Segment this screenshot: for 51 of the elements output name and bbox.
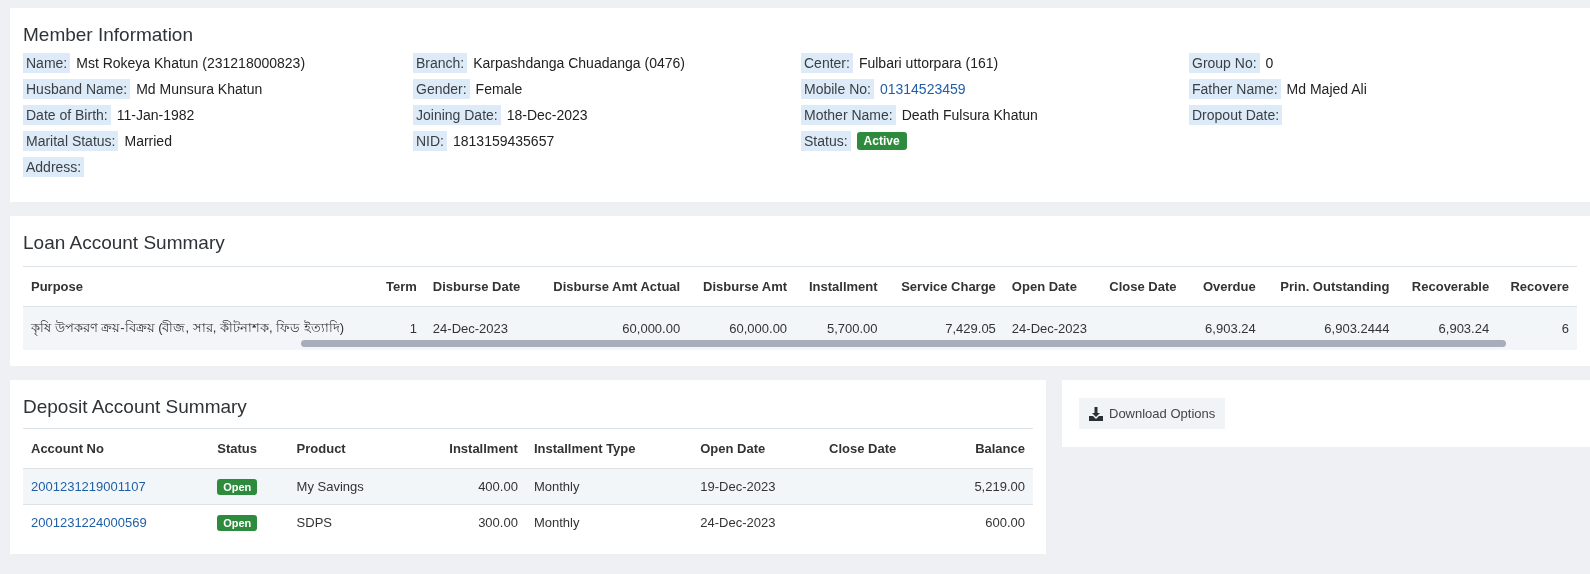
- field-label: Group No:: [1189, 53, 1260, 73]
- field-label: NID:: [413, 131, 447, 151]
- field-value: Md Majed Ali: [1286, 81, 1367, 97]
- table-cell: 6: [1497, 306, 1577, 350]
- status-badge: Open: [217, 479, 258, 495]
- field-label: Address:: [23, 157, 85, 177]
- field-label: Gender:: [413, 79, 470, 99]
- status-badge: Open: [217, 515, 258, 531]
- horizontal-scrollbar[interactable]: [301, 340, 1506, 347]
- field-label: Mobile No:: [801, 79, 874, 99]
- field-value: Md Munsura Khatun: [136, 81, 263, 97]
- account-link[interactable]: 2001231224000569: [31, 515, 147, 530]
- field-label: Husband Name:: [23, 79, 131, 99]
- field-value: Mst Rokeya Khatun (231218000823): [76, 55, 306, 71]
- table-cell: 19-Dec-2023: [700, 479, 776, 494]
- table-cell: কৃষি উপকরণ ক্রয়-বিক্রয় (বীজ, সার, কীটনাশক, ফিড ইত্যাদি): [23, 306, 375, 350]
- table-cell: Monthly: [533, 515, 580, 530]
- field-value: Death Fulsura Khatun: [901, 107, 1038, 123]
- section-title: Loan Account Summary: [23, 232, 226, 254]
- status-badge: Active: [856, 132, 907, 150]
- field-value: Karpashdanga Chuadanga (0476): [473, 55, 685, 71]
- field-label: Name:: [23, 53, 71, 73]
- field-label: Father Name:: [1189, 79, 1281, 99]
- field-label: Branch:: [413, 53, 468, 73]
- field-label: Dropout Date:: [1189, 105, 1283, 125]
- field-label: Mother Name:: [801, 105, 896, 125]
- field-label: Center:: [801, 53, 853, 73]
- field-value: Female: [475, 81, 523, 97]
- field-value: 18-Dec-2023: [506, 107, 588, 123]
- field-value: 0: [1265, 55, 1274, 71]
- field-label: Joining Date:: [413, 105, 501, 125]
- table-cell: My Savings: [296, 479, 364, 494]
- table-cell: 24-Dec-2023: [700, 515, 776, 530]
- download-icon: [1089, 406, 1103, 421]
- table-cell: 400.00: [478, 479, 518, 494]
- field-label: Status:: [801, 131, 851, 151]
- section-title: Member Information: [23, 24, 194, 46]
- field-value: Fulbari uttorpara (161): [858, 55, 999, 71]
- table-cell: Monthly: [533, 479, 580, 494]
- phone-link[interactable]: 01314523459: [879, 81, 966, 97]
- table-cell: 5,219.00: [974, 479, 1025, 494]
- field-label: Date of Birth:: [23, 105, 111, 125]
- field-value: 11-Jan-1982: [116, 107, 195, 123]
- field-value: 1813159435657: [453, 133, 555, 149]
- table-cell: SDPS: [296, 515, 332, 530]
- table-cell: 600.00: [985, 515, 1025, 530]
- section-title: Deposit Account Summary: [23, 396, 248, 418]
- download-options-button[interactable]: Download Options: [1079, 398, 1226, 429]
- field-label: Marital Status:: [23, 131, 119, 151]
- field-value: Married: [124, 133, 172, 149]
- table-cell: 300.00: [478, 515, 518, 530]
